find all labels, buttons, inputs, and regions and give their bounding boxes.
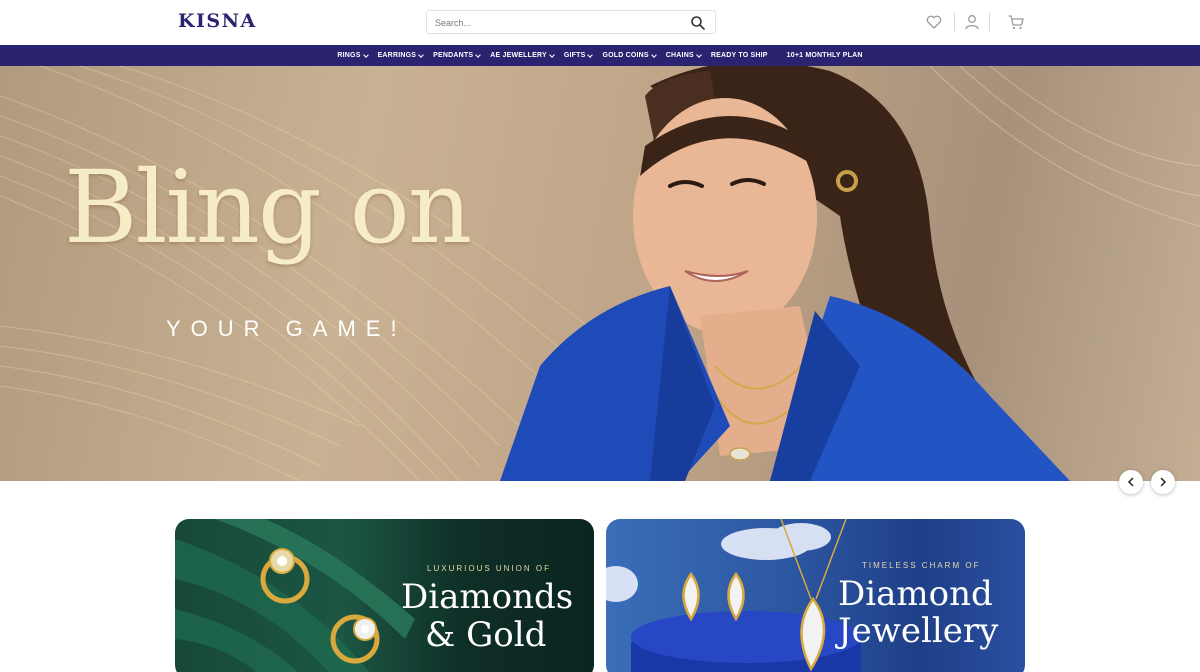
card-eyebrow: LUXURIOUS UNION OF (427, 564, 552, 573)
nav-label: READY TO SHIP (710, 52, 768, 59)
carousel-prev-button[interactable] (1119, 470, 1143, 494)
header-divider (954, 13, 955, 31)
nav-item-gold-coins[interactable]: GOLD COINS (602, 51, 657, 59)
card-title-line2: Jewellery (838, 611, 999, 651)
chevron-down-icon (418, 51, 424, 58)
card-title-line2: & Gold (425, 615, 547, 655)
card-eyebrow: TIMELESS CHARM OF (862, 561, 981, 570)
chevron-right-icon (1160, 477, 1167, 487)
nav-item-pendants[interactable]: PENDANTS (433, 51, 482, 59)
chevron-down-icon (696, 51, 702, 58)
nav-label: CHAINS (665, 52, 694, 59)
heart-icon[interactable] (925, 13, 943, 31)
hero-title: Bling on (64, 149, 472, 266)
chevron-down-icon (362, 51, 369, 58)
nav-label: GOLD COINS (602, 52, 649, 59)
search-box[interactable] (426, 10, 716, 34)
nav-item-gifts[interactable]: GIFTS (563, 51, 594, 59)
kisna-logo[interactable]: KISNA (178, 10, 257, 32)
nav-item-monthly-plan[interactable]: 10+1 MONTHLY PLAN (787, 52, 863, 59)
chevron-down-icon (475, 51, 482, 58)
nav-label: EARRINGS (377, 52, 417, 59)
nav-item-ready-to-ship[interactable]: READY TO SHIP (711, 52, 768, 59)
cart-icon[interactable] (1007, 13, 1025, 31)
site-header: KISNA (0, 0, 1200, 45)
card-title-line1: Diamonds (401, 577, 574, 617)
model-image (500, 66, 1070, 481)
hero-banner[interactable]: Bling on YOUR GAME! (0, 66, 1200, 481)
nav-label: 10+1 MONTHLY PLAN (786, 52, 863, 59)
nav-label: PENDANTS (433, 52, 474, 59)
carousel-next-button[interactable] (1151, 470, 1175, 494)
nav-item-rings[interactable]: RINGS (337, 51, 369, 59)
promo-card-diamond-jewellery[interactable]: TIMELESS CHARM OF Diamond Jewellery (606, 519, 1025, 672)
search-input[interactable] (435, 14, 675, 31)
hero-subtitle: YOUR GAME! (166, 316, 407, 341)
main-nav: RINGS EARRINGS PENDANTS AE JEWELLERY GIF… (0, 45, 1200, 66)
header-divider (989, 13, 990, 31)
nav-label: GIFTS (563, 52, 586, 59)
chevron-down-icon (548, 51, 555, 58)
card-title-line1: Diamond (838, 574, 993, 614)
nav-list: RINGS EARRINGS PENDANTS AE JEWELLERY GIF… (0, 45, 1200, 66)
nav-label: AE JEWELLERY (490, 52, 547, 59)
chevron-down-icon (587, 51, 594, 58)
chevron-down-icon (650, 51, 657, 58)
nav-item-chains[interactable]: CHAINS (665, 51, 702, 59)
user-icon[interactable] (963, 13, 981, 31)
chevron-left-icon (1127, 477, 1134, 487)
nav-label: RINGS (337, 52, 361, 59)
promo-card-diamonds-gold[interactable]: LUXURIOUS UNION OF Diamonds & Gold (175, 519, 594, 672)
nav-item-ae-jewellery[interactable]: AE JEWELLERY (490, 51, 555, 59)
nav-item-earrings[interactable]: EARRINGS (377, 51, 424, 59)
search-icon[interactable] (690, 15, 706, 31)
